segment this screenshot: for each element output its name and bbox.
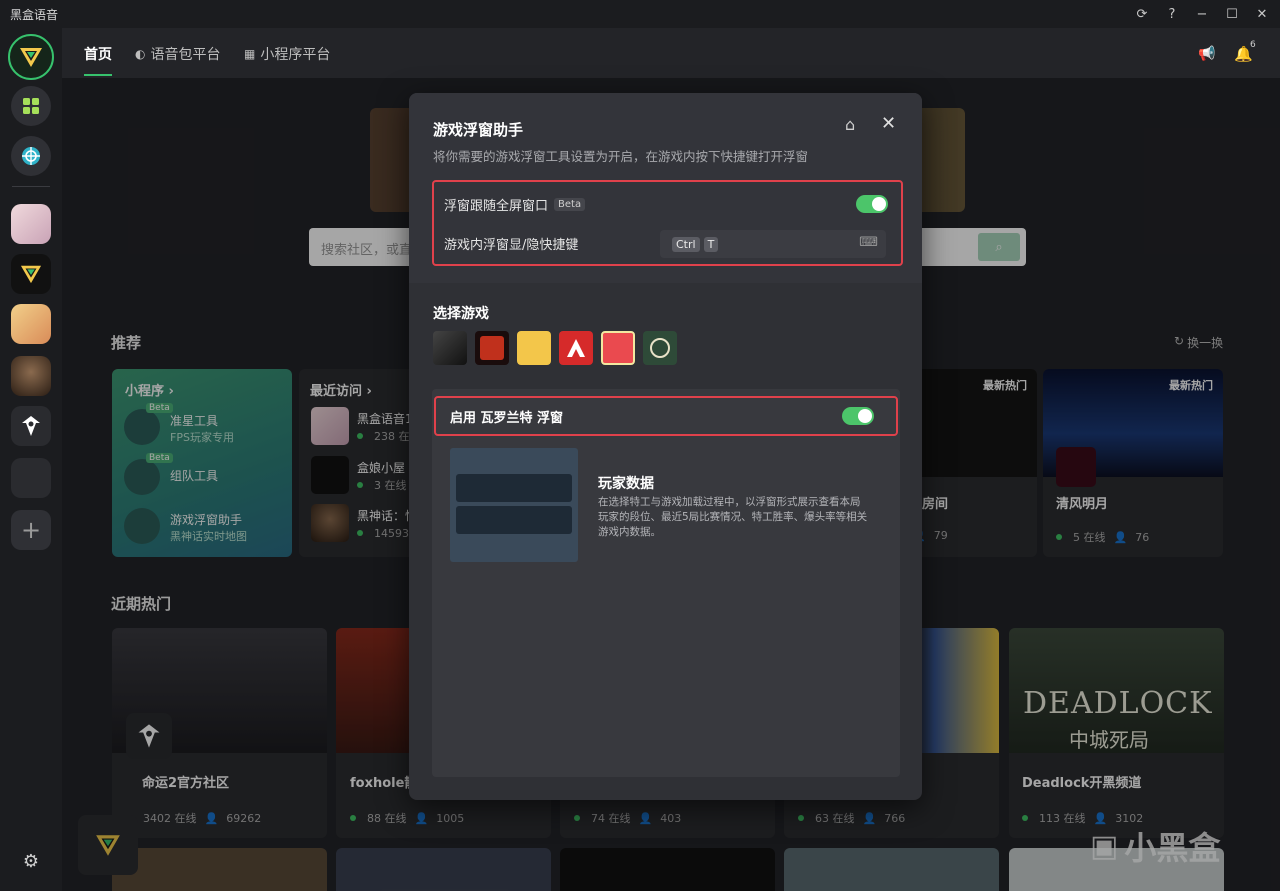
game-overlay-assistant-modal: 游戏浮窗助手 将你需要的游戏浮窗工具设置为开启，在游戏内按下快捷键打开浮窗 ⌂ … <box>409 93 922 800</box>
maximize-icon[interactable]: ☐ <box>1224 6 1240 22</box>
keyboard-icon: ⌨ <box>859 235 878 250</box>
tab-voice-pack[interactable]: ◐ 语音包平台 <box>135 44 220 64</box>
rail-server-destiny[interactable] <box>11 406 51 446</box>
beta-badge: Beta <box>554 198 586 211</box>
top-nav: 首页 ◐ 语音包平台 ▦ 小程序平台 📢 🔔 6 <box>62 28 1280 78</box>
game-dota2-icon[interactable] <box>475 331 509 365</box>
hotkey-input[interactable]: Ctrl T ⌨ <box>660 230 886 258</box>
player-data-preview <box>450 448 578 562</box>
tab-home[interactable]: 首页 <box>84 44 112 64</box>
rail-server-wukong[interactable] <box>11 356 51 396</box>
refresh-icon[interactable]: ⟳ <box>1134 6 1150 22</box>
hotkey-row-label: 游戏内浮窗显/隐快捷键 <box>444 238 579 253</box>
follow-fullscreen-row: 浮窗跟随全屏窗口 Beta <box>444 195 586 214</box>
apps-grid-icon: ▦ <box>244 47 256 61</box>
settings-gear-icon[interactable]: ⚙ <box>11 846 51 876</box>
rail-server-group[interactable] <box>11 458 51 498</box>
home-icon[interactable]: ⌂ <box>845 115 855 134</box>
game-genshin-icon[interactable] <box>517 331 551 365</box>
modal-close-icon[interactable]: ✕ <box>881 113 896 134</box>
game-valorant-icon[interactable] <box>601 331 635 365</box>
app-title: 黑盒语音 <box>10 7 59 22</box>
active-tab-indicator <box>84 74 112 76</box>
megaphone-icon[interactable]: 📢 <box>1198 46 1215 62</box>
close-icon[interactable]: ✕ <box>1254 6 1270 22</box>
feature-title: 玩家数据 <box>598 476 654 492</box>
help-icon[interactable]: ? <box>1164 6 1180 22</box>
rail-server-anime[interactable] <box>11 204 51 244</box>
enable-overlay-toggle[interactable] <box>842 407 874 425</box>
minimize-icon[interactable]: − <box>1194 6 1210 22</box>
left-rail: + ⚙ <box>0 28 62 891</box>
follow-fullscreen-toggle[interactable] <box>856 195 888 213</box>
window-controls: ⟳ ? − ☐ ✕ <box>1134 0 1270 28</box>
game-wukong-icon[interactable] <box>433 331 467 365</box>
modal-subtitle: 将你需要的游戏浮窗工具设置为开启，在游戏内按下快捷键打开浮窗 <box>433 149 809 164</box>
game-deadlock-icon[interactable] <box>643 331 677 365</box>
rail-crosshair-button[interactable] <box>11 136 51 176</box>
valorant-overlay-panel: 启用 瓦罗兰特 浮窗 玩家数据 在选择特工与游戏加载过程中，以浮窗形式展示查看本… <box>432 389 900 777</box>
feature-description: 在选择特工与游戏加载过程中，以浮窗形式展示查看本局玩家的段位、最近5局比赛情况、… <box>598 496 868 538</box>
notification-count: 6 <box>1250 40 1256 50</box>
hotkey-key: Ctrl <box>672 236 700 252</box>
rail-brand-logo[interactable] <box>8 34 54 80</box>
rail-server-mascot[interactable] <box>11 304 51 344</box>
enable-overlay-label: 启用 瓦罗兰特 浮窗 <box>450 411 564 426</box>
hotkey-key: T <box>703 236 719 252</box>
rail-server-heybox[interactable] <box>11 254 51 294</box>
rail-apps-button[interactable] <box>11 86 51 126</box>
voice-pack-icon: ◐ <box>135 47 146 61</box>
tab-mini-programs[interactable]: ▦ 小程序平台 <box>244 44 330 64</box>
rail-divider <box>12 186 50 187</box>
game-apex-icon[interactable] <box>559 331 593 365</box>
select-game-title: 选择游戏 <box>433 306 489 322</box>
title-bar: 黑盒语音 ⟳ ? − ☐ ✕ <box>0 0 1280 28</box>
modal-title: 游戏浮窗助手 <box>433 121 524 139</box>
rail-add-server-button[interactable]: + <box>11 510 51 550</box>
